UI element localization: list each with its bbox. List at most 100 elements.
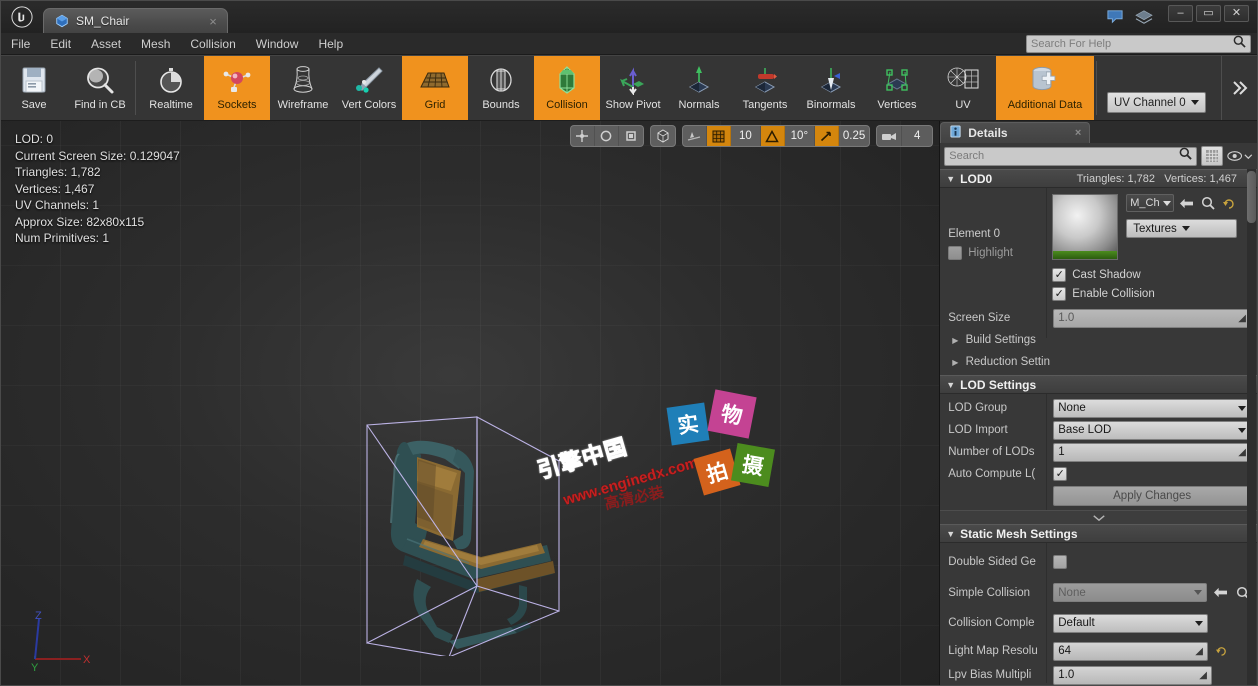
uv-channel-dropdown[interactable]: UV Channel 0 <box>1107 92 1206 113</box>
normals-icon <box>684 61 714 99</box>
number-of-lods-input[interactable]: 1 ◢ <box>1053 442 1251 462</box>
scale-snap-value[interactable]: 0.25 <box>839 126 869 146</box>
toolbar-button-save[interactable]: Save <box>1 56 67 120</box>
toolbar-button-collision[interactable]: Collision <box>534 56 600 120</box>
close-icon[interactable]: × <box>1075 127 1081 139</box>
element-0-label: Element 0 <box>948 228 1001 240</box>
feedback-bubble-icon[interactable] <box>1104 7 1126 27</box>
tab-details[interactable]: Details × <box>940 122 1091 143</box>
section-header-lod0[interactable]: ▼ LOD0 Triangles: 1,782 Vertices: 1,467 <box>940 169 1257 188</box>
details-search-input[interactable]: Search <box>944 146 1197 166</box>
section-header-static-mesh-settings[interactable]: ▼ Static Mesh Settings <box>940 524 1257 543</box>
lod-group-value: None <box>1058 402 1086 414</box>
find-in-content-browser-icon[interactable] <box>1199 195 1216 212</box>
apply-changes-button[interactable]: Apply Changes <box>1053 486 1251 506</box>
toolbar-button-show-pivot[interactable]: Show Pivot <box>600 56 666 120</box>
row-build-settings[interactable]: ▶ Build Settings <box>940 329 1257 351</box>
toolbar-separator <box>135 61 136 115</box>
details-search-placeholder: Search <box>949 150 985 162</box>
minimize-button[interactable]: – <box>1168 4 1193 22</box>
maximize-button[interactable]: ▭ <box>1196 4 1221 22</box>
textures-dropdown[interactable]: Textures <box>1126 219 1238 238</box>
select-move-icon[interactable] <box>571 126 595 146</box>
scale-snap-icon[interactable] <box>814 126 839 146</box>
highlight-checkbox[interactable] <box>948 246 963 260</box>
row-collision-complexity: Collision Comple Default <box>940 608 1257 638</box>
material-slot-combo[interactable]: M_Ch <box>1126 194 1175 212</box>
details-scroll-area[interactable]: ▼ LOD0 Triangles: 1,782 Vertices: 1,467 … <box>940 169 1257 685</box>
menu-item-edit[interactable]: Edit <box>40 33 81 55</box>
toolbar-button-uv[interactable]: UV <box>930 56 996 120</box>
layers-icon[interactable] <box>1133 7 1155 27</box>
cast-shadow-checkbox[interactable]: ✓ <box>1052 268 1067 282</box>
menu-item-help[interactable]: Help <box>308 33 353 55</box>
menu-item-collision[interactable]: Collision <box>180 33 245 55</box>
screen-size-input[interactable]: 1.0 ◢ <box>1053 308 1251 328</box>
rotation-snap-value[interactable]: 10° <box>785 126 815 146</box>
camera-speed-value[interactable]: 4 <box>902 126 932 146</box>
additional-data-icon <box>1028 61 1062 99</box>
toolbar-button-realtime[interactable]: Realtime <box>138 56 204 120</box>
lod-group-dropdown[interactable]: None <box>1053 398 1251 418</box>
mesh-viewport[interactable]: LOD: 0 Current Screen Size: 0.129047 Tri… <box>1 121 941 685</box>
material-sphere-thumbnail[interactable] <box>1052 194 1119 260</box>
lpv-bias-input[interactable]: 1.0 ◢ <box>1053 665 1212 685</box>
browse-to-asset-icon[interactable] <box>1178 195 1195 212</box>
toolbar-label: Binormals <box>806 99 856 111</box>
grid-snap-value[interactable]: 10 <box>731 126 761 146</box>
view-options-button[interactable] <box>1227 150 1253 162</box>
lod-import-dropdown[interactable]: Base LOD <box>1053 420 1251 440</box>
light-map-resolution-input[interactable]: 64 ◢ <box>1053 641 1208 661</box>
angle-snap-icon[interactable] <box>760 126 785 146</box>
toolbar-button-additional-data[interactable]: Additional Data <box>996 56 1094 120</box>
title-bar: SM_Chair × – ▭ ✕ <box>1 1 1257 33</box>
details-scrollbar-track[interactable] <box>1247 169 1256 685</box>
help-search-field[interactable]: Search For Help <box>1026 35 1251 53</box>
toolbar-overflow-button[interactable] <box>1221 56 1257 120</box>
menu-item-asset[interactable]: Asset <box>81 33 131 55</box>
grid-snap-icon[interactable] <box>706 126 731 146</box>
toolbar-button-find-in-cb[interactable]: Find in CB <box>67 56 133 120</box>
screen-size-value: 1.0 <box>1058 312 1075 324</box>
toolbar-button-bounds[interactable]: Bounds <box>468 56 534 120</box>
menu-item-window[interactable]: Window <box>246 33 309 55</box>
toolbar-label: Wireframe <box>277 99 329 111</box>
section-expander-button[interactable] <box>940 510 1257 524</box>
simple-collision-label: Simple Collision <box>948 586 1031 599</box>
document-tab-sm-chair[interactable]: SM_Chair × <box>43 8 228 33</box>
enable-collision-checkbox[interactable]: ✓ <box>1052 287 1067 301</box>
collision-complexity-dropdown[interactable]: Default <box>1053 613 1208 633</box>
main-toolbar: Save Find in CB Realtime Sockets Wirefra… <box>1 55 1257 121</box>
menu-item-file[interactable]: File <box>1 33 40 55</box>
light-map-resolution-value: 64 <box>1058 645 1072 657</box>
row-reduction-settings[interactable]: ▶ Reduction Settin <box>940 351 1257 373</box>
toolbar-button-grid[interactable]: Grid <box>402 56 468 120</box>
double-sided-checkbox[interactable] <box>1053 555 1068 569</box>
toolbar-button-vertices[interactable]: Vertices <box>864 56 930 120</box>
world-coords-icon[interactable] <box>651 126 675 146</box>
axis-gizmo-icon: X Y Z <box>31 611 91 673</box>
grid-view-icon[interactable] <box>1201 146 1223 166</box>
toolbar-button-vert-colors[interactable]: Vert Colors <box>336 56 402 120</box>
details-scrollbar-thumb[interactable] <box>1247 171 1256 223</box>
toolbar-button-wireframe[interactable]: Wireframe <box>270 56 336 120</box>
section-header-lod-settings[interactable]: ▼ LOD Settings <box>940 375 1257 394</box>
expand-triangle-icon: ▶ <box>952 358 959 367</box>
browse-to-asset-icon[interactable] <box>1212 584 1229 601</box>
reset-to-default-icon[interactable] <box>1220 195 1237 212</box>
toolbar-button-tangents[interactable]: Tangents <box>732 56 798 120</box>
surface-snap-icon[interactable] <box>683 126 707 146</box>
toolbar-button-normals[interactable]: Normals <box>666 56 732 120</box>
close-button[interactable]: ✕ <box>1224 4 1249 22</box>
auto-compute-lod-checkbox[interactable]: ✓ <box>1053 467 1068 481</box>
close-icon[interactable]: × <box>205 14 221 29</box>
rotate-icon[interactable] <box>595 126 619 146</box>
reset-to-default-icon[interactable] <box>1213 643 1230 660</box>
simple-collision-dropdown[interactable]: None <box>1053 583 1207 602</box>
magnifier-icon <box>84 61 116 99</box>
menu-item-mesh[interactable]: Mesh <box>131 33 180 55</box>
scale-icon[interactable] <box>619 126 643 146</box>
toolbar-button-binormals[interactable]: Binormals <box>798 56 864 120</box>
camera-speed-icon[interactable] <box>877 126 903 146</box>
toolbar-button-sockets[interactable]: Sockets <box>204 56 270 120</box>
